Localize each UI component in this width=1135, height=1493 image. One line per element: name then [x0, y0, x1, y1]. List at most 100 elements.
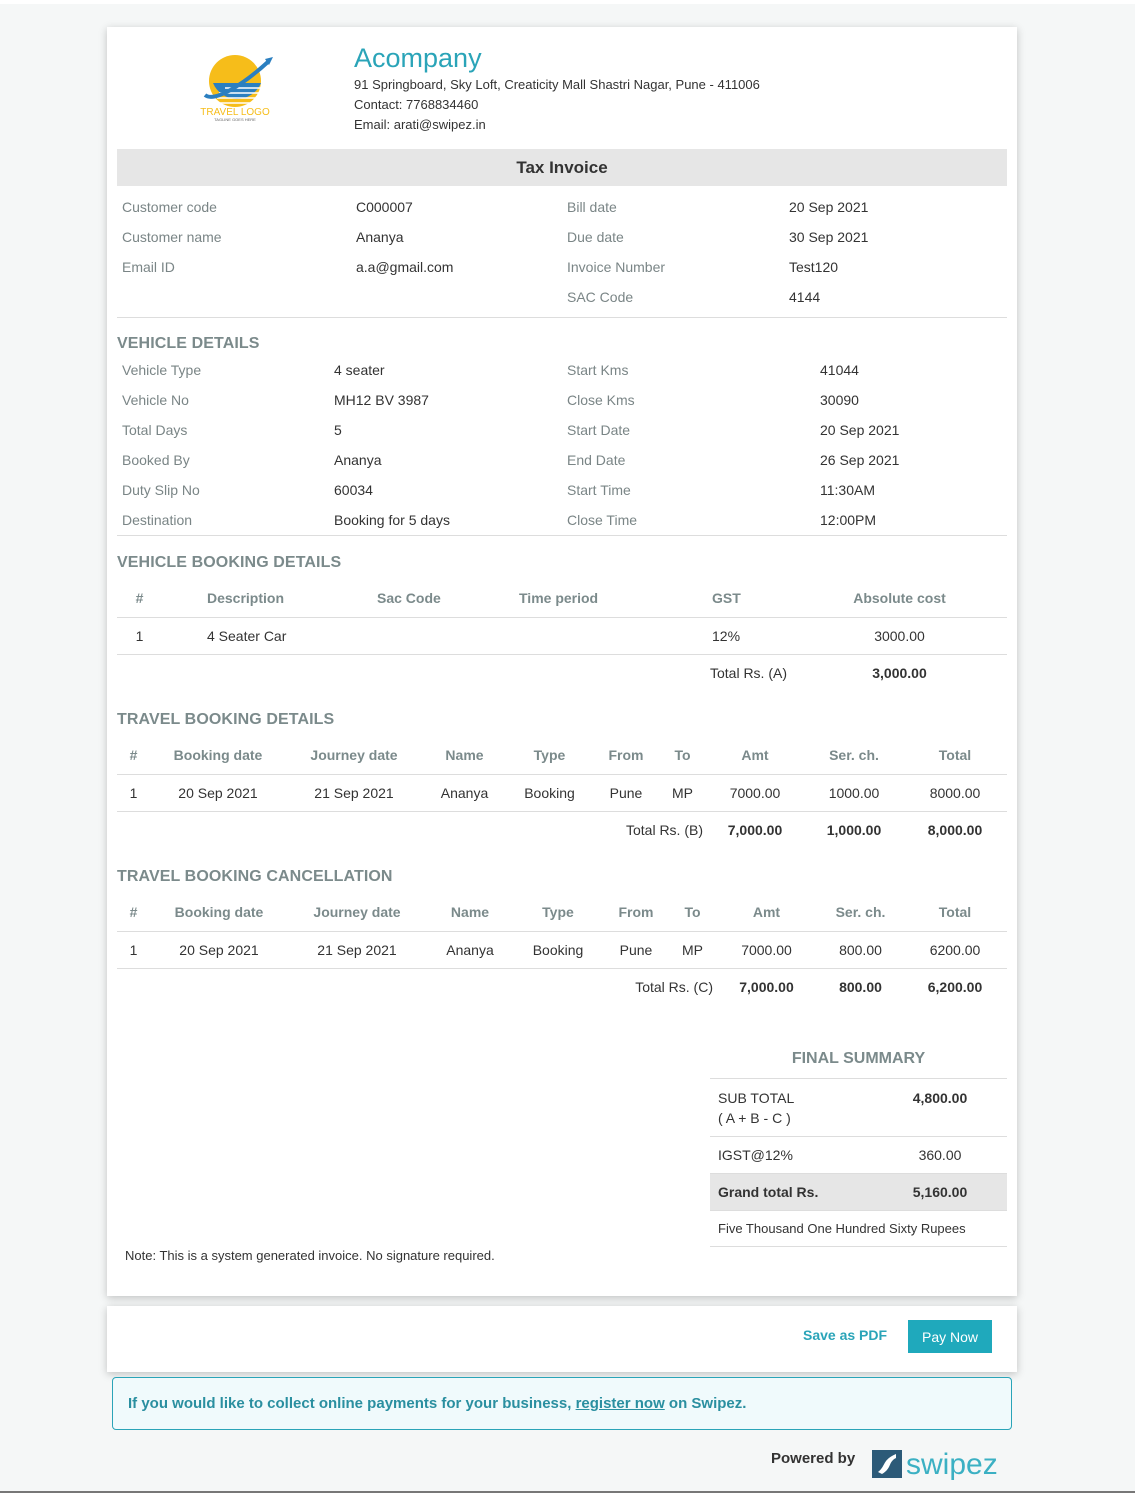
total-label: Total Rs. (A) [709, 664, 787, 681]
cell: 1 [117, 774, 150, 812]
grand-total-label: Grand total Rs. [718, 1184, 819, 1200]
amount-in-words: Five Thousand One Hundred Sixty Rupees [710, 1211, 1007, 1247]
cell [377, 617, 492, 655]
subtotal-value: 4,800.00 [912, 1090, 968, 1106]
col-header: Amt [715, 894, 818, 932]
duty-slip-label: Duty Slip No [122, 482, 200, 498]
cell: 1000.00 [805, 774, 903, 812]
cell [492, 617, 692, 655]
total-ser: 1,000.00 [826, 821, 882, 838]
vehicle-type-value: 4 seater [334, 362, 385, 378]
col-header: Sac Code [377, 580, 492, 618]
cell: Ananya [426, 931, 514, 969]
destination-label: Destination [122, 512, 193, 528]
cell: MP [670, 931, 715, 969]
actions-bar: Save as PDF Pay Now [107, 1306, 1017, 1372]
invoice-note: Note: This is a system generated invoice… [125, 1248, 495, 1263]
customer-code-label: Customer code [122, 199, 217, 215]
vehicle-type-label: Vehicle Type [122, 362, 202, 378]
total-row: Total Rs. (B) 7,000.00 1,000.00 8,000.00 [117, 811, 1007, 848]
col-header: # [117, 894, 150, 932]
col-header: Total [903, 894, 1007, 932]
company-address: 91 Springboard, Sky Loft, Creaticity Mal… [354, 77, 760, 92]
svg-text:swipez: swipez [906, 1448, 998, 1481]
cell: 6200.00 [903, 931, 1007, 969]
swipez-logo[interactable]: swipez [872, 1444, 1004, 1484]
col-header: Booking date [150, 737, 286, 775]
start-date-label: Start Date [567, 422, 631, 438]
destination-value: Booking for 5 days [334, 512, 450, 528]
col-header: # [117, 580, 162, 618]
customer-code-value: C000007 [356, 199, 413, 215]
col-header: Name [426, 894, 514, 932]
start-time-value: 11:30AM [820, 482, 875, 498]
col-header: Journey date [288, 894, 426, 932]
col-header: To [670, 894, 715, 932]
register-now-link[interactable]: register now [576, 1395, 665, 1412]
col-header: Amt [705, 737, 805, 775]
col-header: Absolute cost [792, 580, 1007, 618]
company-info: Acompany 91 Springboard, Sky Loft, Creat… [354, 41, 760, 135]
cell: 7000.00 [715, 931, 818, 969]
col-header: Type [507, 737, 592, 775]
total-amt: 7,000.00 [727, 821, 783, 838]
close-time-value: 12:00PM [820, 512, 877, 528]
close-time-label: Close Time [567, 512, 638, 528]
table-row: 1 20 Sep 2021 21 Sep 2021 Ananya Booking… [117, 931, 1007, 969]
email-id-label: Email ID [122, 259, 175, 275]
vehicle-no-label: Vehicle No [122, 392, 189, 408]
divider [117, 535, 1007, 536]
vehicle-details: Vehicle Type 4 seater Start Kms 41044 Vehic… [117, 355, 1007, 535]
company-contact: Contact: 7768834460 [354, 97, 479, 112]
col-header: Type [514, 894, 602, 932]
cell: 20 Sep 2021 [150, 774, 286, 812]
end-date-value: 26 Sep 2021 [820, 452, 900, 468]
promo-text-end: on Swipez. [664, 1395, 747, 1412]
total-row: Total Rs. (A) 3,000.00 [117, 654, 1007, 691]
cell: Ananya [422, 774, 507, 812]
grand-total-row: Grand total Rs. 5,160.00 [710, 1174, 1007, 1211]
travel-cancellation-title: TRAVEL BOOKING CANCELLATION [117, 868, 393, 885]
total-value: 3,000.00 [872, 664, 927, 681]
col-header: Time period [492, 580, 692, 618]
col-header: Ser. ch. [818, 894, 903, 932]
col-header: From [602, 894, 670, 932]
travel-logo: TRAVEL LOGO TAGLINE GOES HERE [200, 55, 273, 122]
cell: Pune [602, 931, 670, 969]
close-kms-value: 30090 [820, 392, 859, 408]
cell: 1 [117, 931, 150, 969]
vehicle-no-value: MH12 BV 3987 [334, 392, 429, 408]
customer-info: Customer code C000007 Bill date 20 Sep 2021… [117, 192, 1007, 312]
start-time-label: Start Time [567, 482, 631, 498]
col-header: Name [422, 737, 507, 775]
table-row: 1 20 Sep 2021 21 Sep 2021 Ananya Booking… [117, 774, 1007, 812]
due-date-label: Due date [567, 229, 624, 245]
start-date-value: 20 Sep 2021 [820, 422, 900, 438]
bill-date-value: 20 Sep 2021 [789, 199, 869, 215]
table-header-row: # Booking date Journey date Name Type Fr… [117, 894, 1007, 932]
col-header: To [660, 737, 705, 775]
promo-banner: If you would like to collect online paym… [112, 1377, 1012, 1430]
col-header: Total [903, 737, 1007, 775]
close-kms-label: Close Kms [567, 392, 635, 408]
col-header: Journey date [286, 737, 422, 775]
duty-slip-value: 60034 [334, 482, 373, 498]
cell: Booking [507, 774, 592, 812]
final-summary-title: FINAL SUMMARY [710, 1039, 1007, 1079]
cell: 8000.00 [903, 774, 1007, 812]
cell: 4 Seater Car [162, 617, 377, 655]
bill-date-label: Bill date [567, 199, 617, 215]
total-label: Total Rs. (C) [635, 978, 713, 995]
final-summary: FINAL SUMMARY SUB TOTAL ( A + B - C ) 4,… [710, 1039, 1007, 1247]
invoice-number-label: Invoice Number [567, 259, 666, 275]
total-row: Total Rs. (C) 7,000.00 800.00 6,200.00 [117, 968, 1007, 1005]
due-date-value: 30 Sep 2021 [789, 229, 869, 245]
col-header: GST [692, 580, 792, 618]
cell: 12% [692, 617, 792, 655]
save-as-pdf-button[interactable]: Save as PDF [803, 1327, 887, 1343]
end-date-label: End Date [567, 452, 626, 468]
cell: MP [660, 774, 705, 812]
total-total: 8,000.00 [927, 821, 983, 838]
total-days-label: Total Days [122, 422, 188, 438]
pay-now-button[interactable]: Pay Now [908, 1320, 992, 1353]
